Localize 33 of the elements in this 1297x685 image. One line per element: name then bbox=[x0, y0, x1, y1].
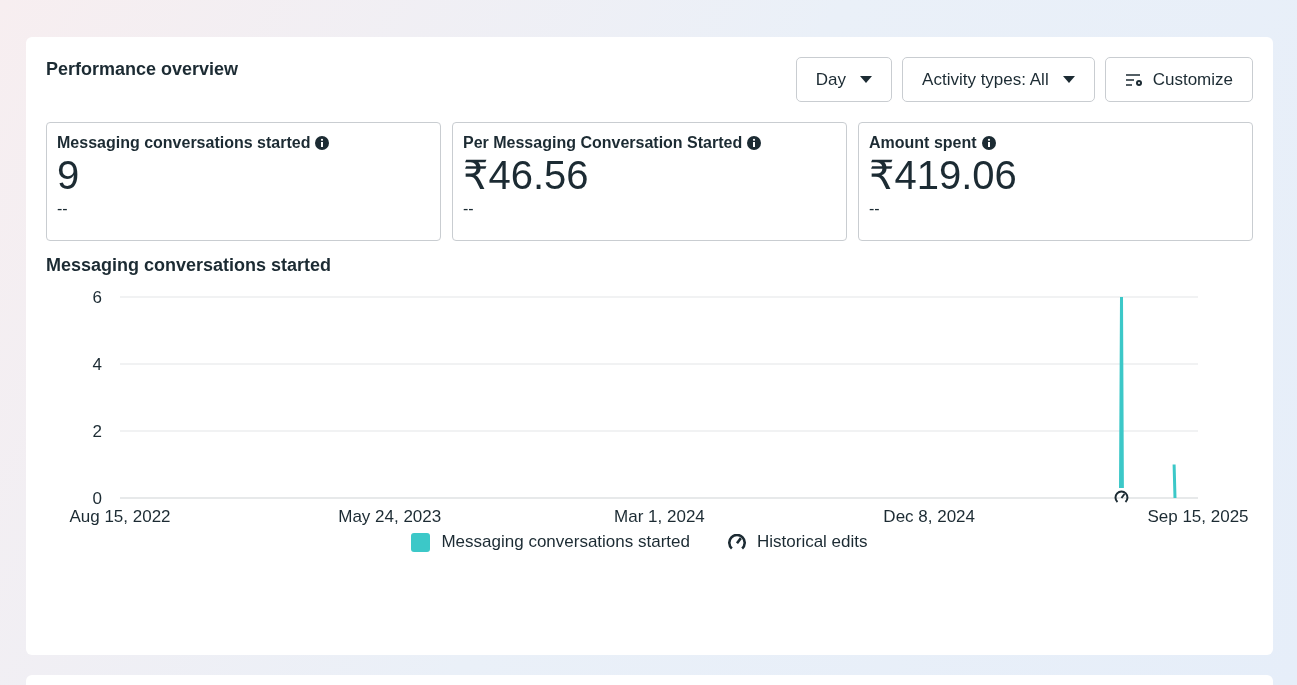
caret-icon bbox=[1062, 76, 1075, 83]
metric-label: Messaging conversations started bbox=[57, 134, 311, 152]
info-icon[interactable] bbox=[315, 136, 330, 150]
legend-label: Historical edits bbox=[757, 532, 868, 552]
legend-label: Messaging conversations started bbox=[441, 532, 690, 552]
dropdown-button[interactable]: Activity types: All bbox=[902, 57, 1095, 102]
metric-value: 9 bbox=[57, 152, 80, 198]
gauge-icon bbox=[728, 534, 746, 550]
y-tick-label: 0 bbox=[92, 489, 102, 508]
panel-title: Performance overview bbox=[46, 59, 239, 80]
metric-change: -- bbox=[869, 200, 880, 218]
x-tick-label: Aug 15, 2022 bbox=[69, 507, 171, 526]
metric-change: -- bbox=[463, 200, 474, 218]
x-tick-label: May 24, 2023 bbox=[338, 507, 442, 526]
x-tick-label: Dec 8, 2024 bbox=[883, 507, 976, 526]
x-tick-label: Mar 1, 2024 bbox=[614, 507, 705, 526]
y-tick-label: 6 bbox=[92, 288, 102, 307]
y-tick-label: 4 bbox=[92, 355, 102, 374]
info-icon[interactable] bbox=[747, 136, 762, 150]
gauge-icon[interactable] bbox=[1114, 490, 1129, 503]
metric-value: ₹419.06 bbox=[869, 152, 1017, 198]
chart-title: Messaging conversations started bbox=[46, 255, 333, 276]
info-icon[interactable] bbox=[981, 136, 996, 150]
metric-change: -- bbox=[57, 200, 68, 218]
dropdown-button[interactable]: Day bbox=[795, 57, 893, 102]
metric-label: Per Messaging Conversation Started bbox=[463, 134, 743, 152]
sliders-gear-icon bbox=[1124, 72, 1145, 87]
customize-button[interactable]: Customize bbox=[1104, 57, 1253, 102]
metric-value: ₹46.56 bbox=[463, 152, 589, 198]
y-tick-label: 2 bbox=[92, 422, 102, 441]
metric-label: Amount spent bbox=[869, 134, 977, 152]
x-tick-label: Sep 15, 2025 bbox=[1147, 507, 1249, 526]
caret-icon bbox=[860, 76, 873, 83]
